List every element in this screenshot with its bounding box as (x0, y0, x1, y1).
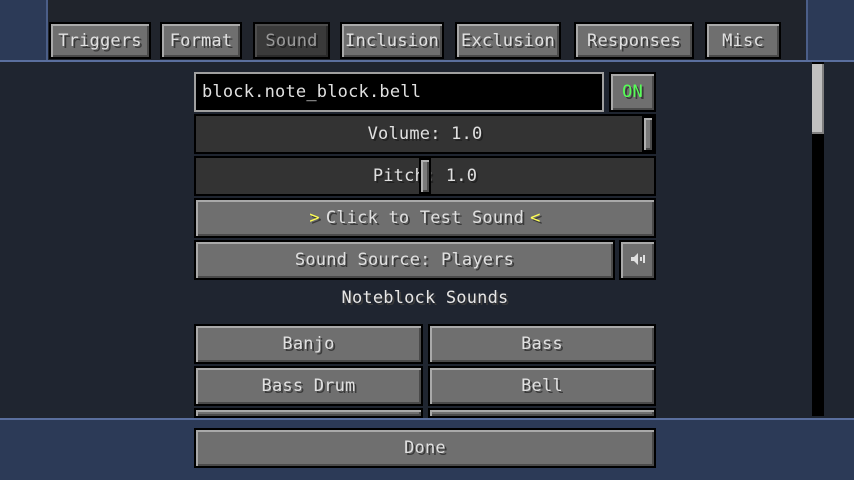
tab-divider (0, 60, 854, 62)
noteblock-bass-button[interactable]: Bass (428, 324, 656, 364)
pitch-slider-handle[interactable] (419, 158, 431, 194)
volume-label: Volume: 1.0 (367, 124, 483, 144)
speaker-icon (630, 251, 646, 270)
tab-exclusion[interactable]: Exclusion (455, 22, 561, 59)
test-sound-label: Click to Test Sound (325, 208, 525, 228)
test-sound-button[interactable]: > Click to Test Sound < (194, 198, 656, 238)
noteblock-banjo-button[interactable]: Banjo (194, 324, 423, 364)
sound-toggle-button[interactable]: ON (609, 72, 656, 112)
tab-format[interactable]: Format (160, 22, 242, 59)
pitch-slider[interactable]: Pitch: 1.0 (194, 156, 656, 196)
tab-sound[interactable]: Sound (253, 22, 330, 59)
sound-id-field[interactable]: block.note_block.bell (194, 72, 604, 112)
volume-slider-handle[interactable] (642, 116, 654, 152)
tab-triggers[interactable]: Triggers (49, 22, 151, 59)
done-button[interactable]: Done (194, 428, 656, 468)
noteblock-next-button[interactable] (428, 408, 656, 418)
sound-id-value: block.note_block.bell (202, 82, 422, 102)
tab-inclusion[interactable]: Inclusion (340, 22, 444, 59)
test-sound-suffix: < (530, 208, 541, 228)
noteblock-next-button[interactable] (194, 408, 423, 418)
bottom-divider (0, 418, 854, 420)
sound-source-icon-button[interactable] (619, 240, 656, 280)
noteblock-section-title: Noteblock Sounds (341, 288, 509, 308)
noteblock-bell-button[interactable]: Bell (428, 366, 656, 406)
tab-misc[interactable]: Misc (705, 22, 781, 59)
tab-responses[interactable]: Responses (574, 22, 694, 59)
test-sound-prefix: > (309, 208, 320, 228)
sound-source-button[interactable]: Sound Source: Players (194, 240, 615, 280)
noteblock-bass-drum-button[interactable]: Bass Drum (194, 366, 423, 406)
scrollbar-thumb[interactable] (812, 64, 824, 134)
volume-slider[interactable]: Volume: 1.0 (194, 114, 656, 154)
